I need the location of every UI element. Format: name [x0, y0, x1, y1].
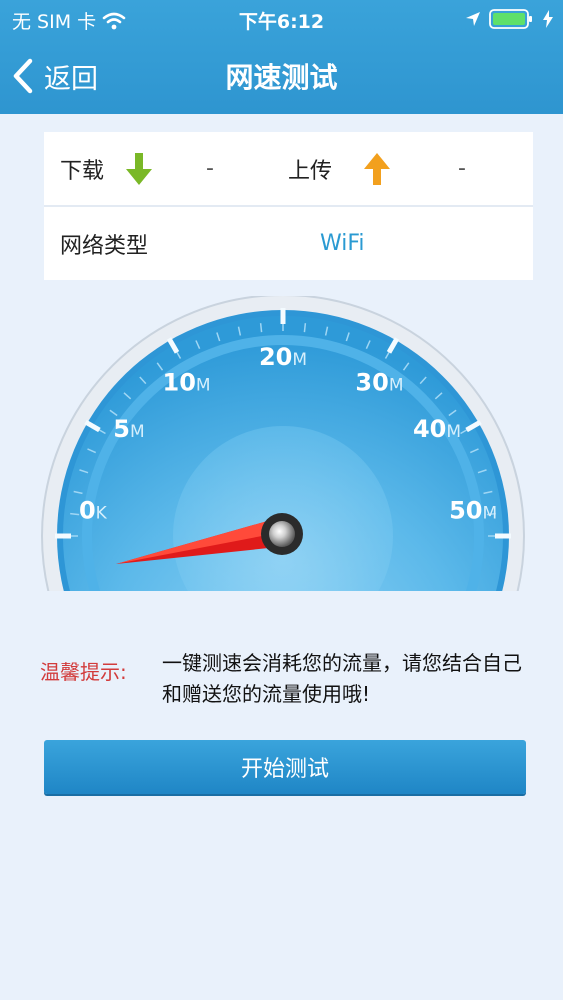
nav-bar: 返回 网速测试 — [0, 38, 563, 114]
download-arrow-icon — [124, 132, 154, 205]
speed-row: 下载 - 上传 - — [44, 132, 533, 205]
speed-gauge: 0K5M10M20M30M40M50M — [41, 296, 525, 591]
start-test-label: 开始测试 — [240, 757, 329, 782]
gauge-hub-cap — [269, 521, 295, 547]
tip-text: 一键测速会消耗您的流量，请您结合自己和赠送您的流量使用哦! — [162, 651, 522, 706]
battery-icon — [489, 9, 532, 29]
gauge-minor-tick — [303, 323, 307, 333]
status-right — [465, 9, 553, 29]
page-title: 网速测试 — [225, 61, 338, 94]
network-type-label: 网络类型 — [60, 233, 149, 259]
gauge-minor-tick — [70, 512, 80, 516]
gauge-minor-tick — [259, 323, 263, 333]
upload-arrow-icon — [362, 132, 392, 205]
download-value: - — [206, 156, 214, 181]
download-label: 下载 — [60, 158, 105, 184]
header: 无 SIM 卡 下午6:12 返回 网速测试 — [0, 0, 563, 114]
start-test-button[interactable]: 开始测试 — [44, 740, 526, 794]
tip-label: 温馨提示: — [40, 660, 127, 684]
charging-bolt-icon — [543, 10, 553, 28]
location-arrow-icon — [466, 12, 480, 26]
status-bar: 无 SIM 卡 下午6:12 — [0, 0, 563, 38]
upload-label: 上传 — [288, 158, 333, 184]
network-row: 网络类型 WiFi — [44, 207, 533, 280]
network-type-value: WiFi — [320, 231, 365, 256]
info-card: 下载 - 上传 - 网络类型 WiFi — [44, 132, 533, 280]
upload-value: - — [458, 156, 466, 181]
